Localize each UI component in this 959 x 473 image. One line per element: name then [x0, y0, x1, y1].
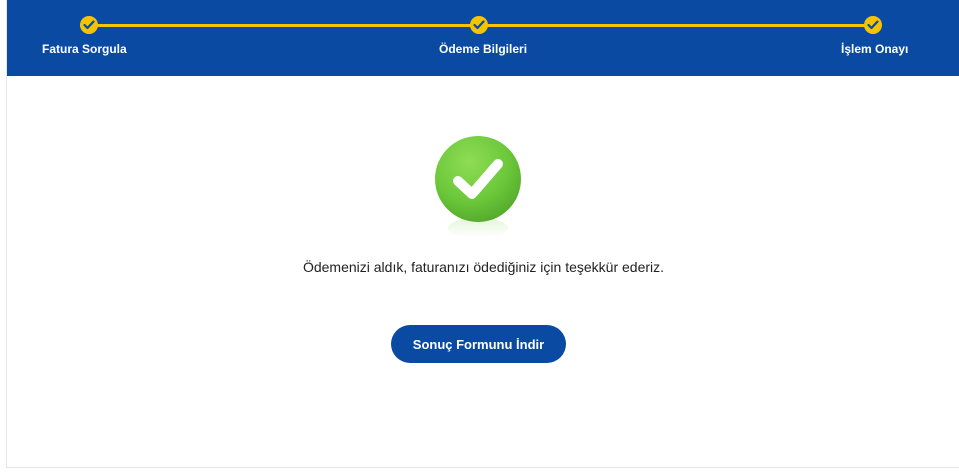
step-1-check-icon [80, 16, 98, 34]
step-3-label: İşlem Onayı [841, 42, 909, 56]
step-3-check-icon [864, 16, 882, 34]
step-connector [89, 24, 474, 27]
step-connector [482, 24, 872, 27]
success-message: Ödemenizi aldık, faturanızı ödediğiniz i… [302, 259, 665, 275]
download-result-form-button[interactable]: Sonuç Formunu İndir [391, 325, 566, 363]
payment-result-panel: Fatura Sorgula Ödeme Bilgileri İşlem Ona… [6, 0, 959, 468]
step-2-label: Ödeme Bilgileri [439, 42, 528, 56]
step-2-check-icon [470, 16, 488, 34]
step-1-label: Fatura Sorgula [42, 42, 127, 56]
success-check-icon [433, 136, 523, 240]
progress-stepper: Fatura Sorgula Ödeme Bilgileri İşlem Ona… [7, 0, 959, 76]
